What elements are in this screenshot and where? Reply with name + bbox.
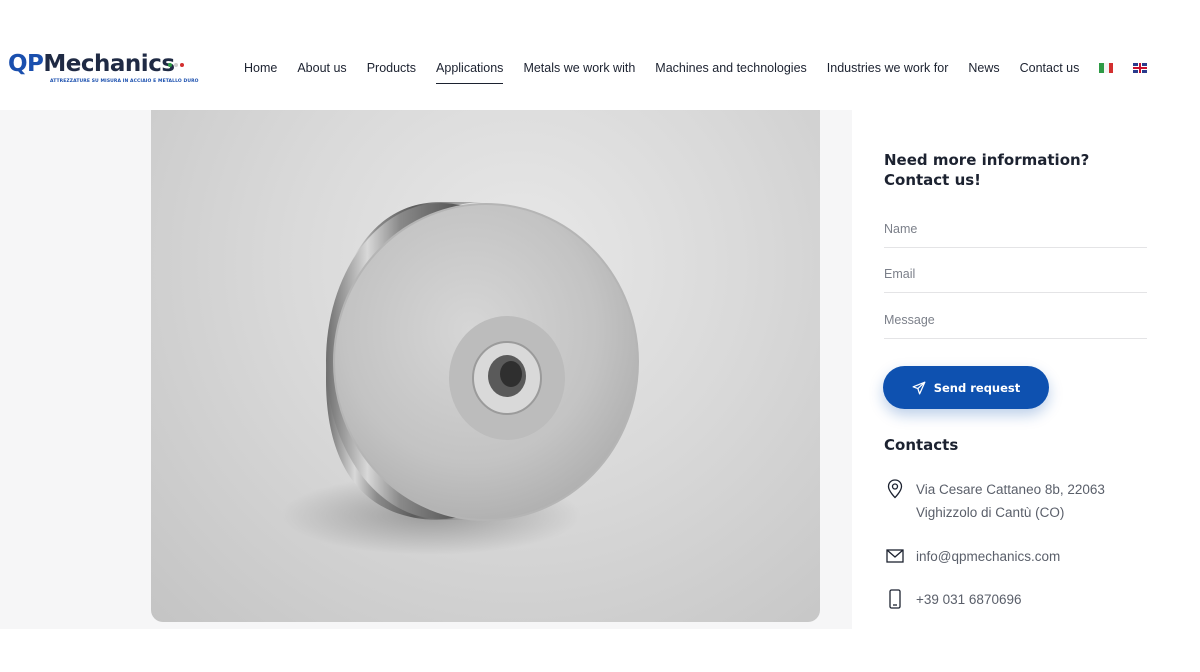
contacts-title: Contacts (884, 436, 959, 454)
email-field-wrap (884, 263, 1147, 293)
metal-disc-image (281, 202, 639, 555)
phone-link[interactable]: +39 031 6870696 (916, 588, 1021, 611)
address-line-1: Via Cesare Cattaneo 8b, 22063 (916, 482, 1105, 497)
logo-flag-dots (168, 52, 188, 67)
location-pin-icon (884, 478, 906, 500)
nav-metals[interactable]: Metals we work with (523, 59, 635, 77)
envelope-icon (884, 545, 906, 567)
nav-applications[interactable]: Applications (436, 59, 504, 84)
email-input[interactable] (884, 267, 1147, 281)
nav-industries[interactable]: Industries we work for (827, 59, 949, 77)
nav-machines[interactable]: Machines and technologies (655, 59, 807, 77)
phone-row: +39 031 6870696 (884, 588, 1021, 611)
nav-home[interactable]: Home (244, 59, 277, 77)
message-field-wrap (884, 309, 1147, 339)
message-input[interactable] (884, 313, 1147, 327)
name-input[interactable] (884, 222, 1147, 236)
contact-panel: Need more information? Contact us! Send … (852, 110, 1200, 629)
main-nav: Home About us Products Applications Meta… (234, 58, 1148, 84)
site-header: QPMechanics ATTREZZATURE SU MISURA IN AC… (0, 0, 1200, 110)
logo-wordmark: QPMechanics (8, 51, 175, 77)
paper-plane-icon (912, 381, 926, 394)
form-title: Need more information? Contact us! (884, 151, 1090, 189)
en-flag-icon[interactable] (1133, 63, 1148, 73)
nav-about-us[interactable]: About us (297, 59, 346, 77)
nav-contact-us[interactable]: Contact us (1020, 59, 1080, 77)
logo-tagline: ATTREZZATURE SU MISURA IN ACCIAIO E META… (50, 79, 199, 84)
name-field-wrap (884, 218, 1147, 248)
product-image (151, 110, 820, 622)
phone-icon (884, 588, 906, 610)
email-link[interactable]: info@qpmechanics.com (916, 545, 1060, 568)
email-row: info@qpmechanics.com (884, 545, 1060, 568)
address-line-2: Vighizzolo di Cantù (CO) (916, 505, 1065, 520)
nav-products[interactable]: Products (367, 59, 416, 77)
it-flag-icon[interactable] (1099, 63, 1114, 73)
address-row: Via Cesare Cattaneo 8b, 22063 Vighizzolo… (884, 478, 1105, 524)
nav-news[interactable]: News (968, 59, 999, 77)
send-request-label: Send request (933, 380, 1021, 395)
site-logo[interactable]: QPMechanics ATTREZZATURE SU MISURA IN AC… (8, 50, 198, 86)
send-request-button[interactable]: Send request (883, 366, 1049, 409)
